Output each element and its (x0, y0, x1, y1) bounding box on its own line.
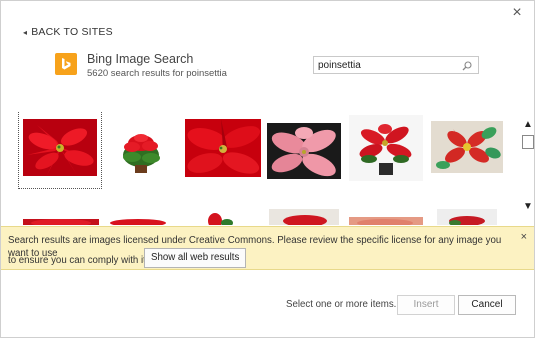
result-image-12[interactable] (437, 207, 497, 225)
result-image-11[interactable] (349, 207, 423, 225)
result-image-4[interactable] (267, 123, 341, 179)
scroll-up-arrow-icon[interactable]: ▲ (521, 119, 535, 131)
search-field[interactable] (313, 56, 479, 74)
result-image-6[interactable] (431, 121, 503, 173)
provider-title: Bing Image Search (87, 52, 194, 66)
cancel-button[interactable]: Cancel (458, 295, 516, 315)
result-image-5[interactable] (349, 115, 423, 181)
scroll-down-arrow-icon[interactable]: ▼ (521, 201, 535, 213)
result-image-2[interactable] (112, 121, 170, 177)
selection-status: Select one or more items. (286, 299, 397, 310)
dialog-close-button[interactable]: × (509, 4, 525, 22)
result-image-3[interactable] (185, 119, 261, 177)
back-to-sites-label: BACK TO SITES (31, 26, 113, 38)
insert-pictures-dialog: × ◂ BACK TO SITES Bing Image Search 5620… (0, 0, 535, 338)
scrollbar-thumb[interactable] (522, 135, 534, 149)
result-image-1[interactable] (18, 111, 102, 189)
license-notice-bar: Search results are images licensed under… (1, 226, 534, 270)
search-icon[interactable] (461, 59, 473, 71)
insert-button[interactable]: Insert (397, 295, 455, 315)
chevron-left-icon: ◂ (23, 27, 28, 37)
show-all-web-results-button[interactable]: Show all web results (144, 248, 247, 268)
back-to-sites-link[interactable]: ◂ BACK TO SITES (23, 26, 113, 38)
results-count: 5620 search results for poinsettia (87, 68, 227, 79)
search-input[interactable] (314, 58, 459, 72)
bing-logo-icon (55, 53, 77, 75)
result-image-8[interactable] (107, 207, 169, 225)
license-notice-text-line2: to ensure you can comply with it. (8, 255, 149, 266)
result-image-7[interactable] (23, 207, 99, 225)
result-image-10[interactable] (269, 207, 339, 225)
result-image-9[interactable] (197, 207, 237, 225)
notice-close-icon[interactable]: × (521, 231, 527, 243)
